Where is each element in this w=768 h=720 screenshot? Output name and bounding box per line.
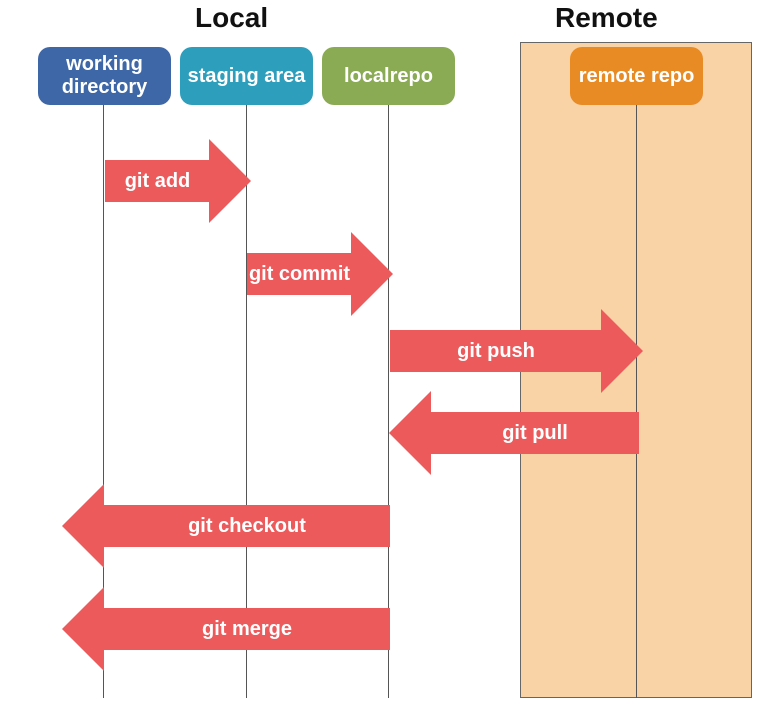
node-working-directory: working directory bbox=[38, 47, 171, 105]
node-local-repo: localrepo bbox=[322, 47, 455, 105]
arrow-git-add: git add bbox=[105, 160, 210, 202]
arrow-git-push: git push bbox=[390, 330, 602, 372]
arrow-head-git-commit bbox=[351, 232, 393, 316]
arrow-head-git-push bbox=[601, 309, 643, 393]
arrow-head-git-add bbox=[209, 139, 251, 223]
arrow-git-checkout: git checkout bbox=[104, 505, 390, 547]
node-remote-repo: remote repo bbox=[570, 47, 703, 105]
arrow-git-commit: git commit bbox=[247, 253, 352, 295]
arrow-git-pull: git pull bbox=[431, 412, 639, 454]
arrow-git-merge: git merge bbox=[104, 608, 390, 650]
arrow-head-git-checkout bbox=[62, 484, 104, 568]
lifeline-remote-repo bbox=[636, 100, 637, 698]
local-header: Local bbox=[195, 2, 268, 34]
remote-header: Remote bbox=[555, 2, 658, 34]
arrow-head-git-merge bbox=[62, 587, 104, 671]
arrow-head-git-pull bbox=[389, 391, 431, 475]
node-staging-area: staging area bbox=[180, 47, 313, 105]
